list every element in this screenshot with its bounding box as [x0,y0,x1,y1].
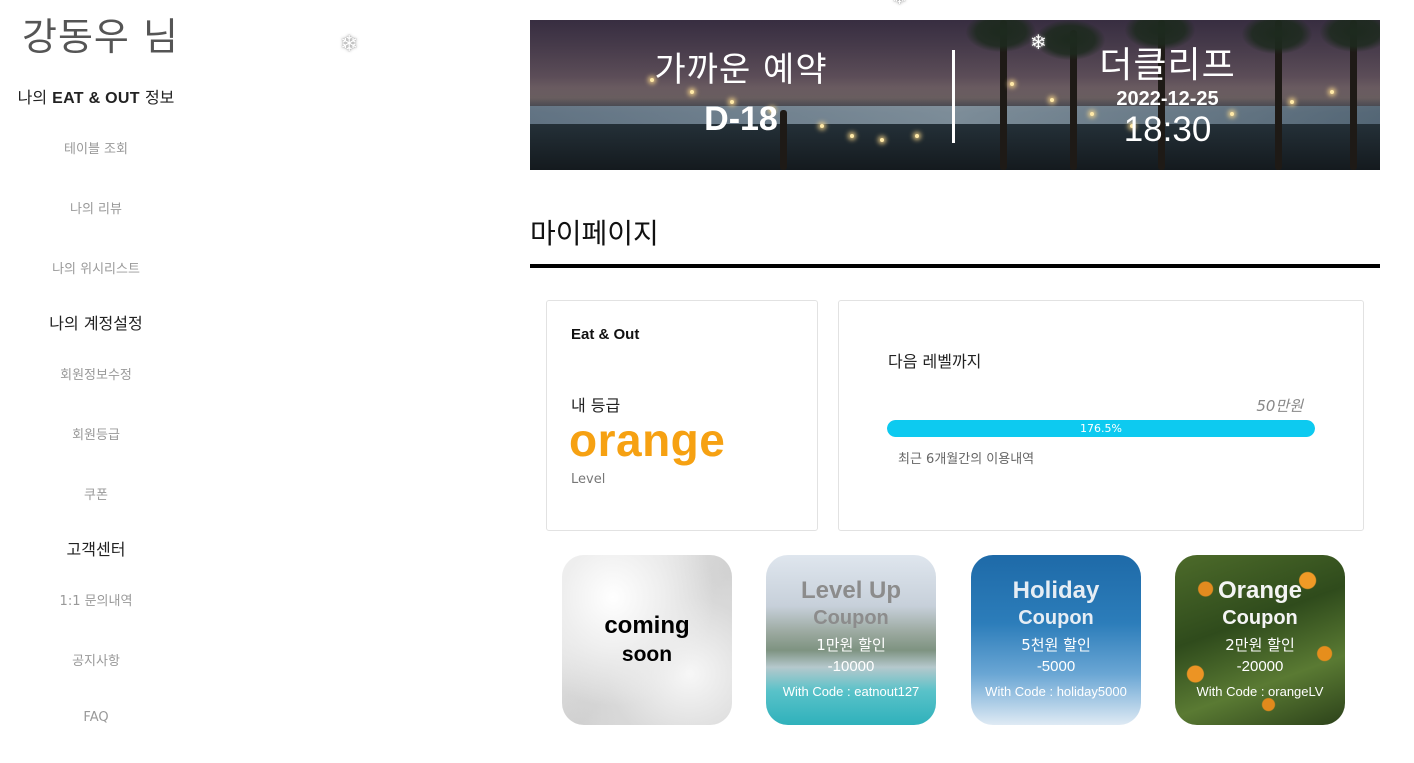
coupon-amount: -10000 [827,658,875,675]
snowflake-icon: ❄ [340,32,359,57]
sidebar-link-wishlist[interactable]: 나의 위시리스트 [0,258,192,277]
coupon-code: With Code : holiday5000 [985,684,1127,699]
coupon-subtitle: Coupon [813,607,889,629]
next-level-card: 다음 레벨까지 50만원 176.5% 최근 6개월간의 이용내역 [838,300,1364,531]
snowflake-icon: ❄ [892,0,907,9]
coupon-discount: 1만원 할인 [816,636,886,654]
coupon-subtitle: Coupon [1222,607,1298,629]
user-name: 강동우 님 [22,15,179,59]
sidebar-link-inquiries[interactable]: 1:1 문의내역 [0,590,192,609]
restaurant-name: 더클리프 [1099,45,1236,86]
sidebar-link-table-lookup[interactable]: 테이블 조회 [0,138,192,157]
sidebar-link-notices[interactable]: 공지사항 [0,650,192,669]
sidebar-link-my-reviews[interactable]: 나의 리뷰 [0,198,192,217]
coupon-subtitle: soon [621,643,673,666]
reservation-time: 18:30 [1123,110,1212,149]
d-day-counter: D-18 [704,100,778,138]
usage-history-label: 최근 6개월간의 이용내역 [898,452,1035,467]
coupon-amount: -20000 [1236,658,1284,675]
sidebar-link-edit-profile[interactable]: 회원정보수정 [0,364,192,383]
coupon-title: Orange [1217,577,1303,604]
coupon-orange[interactable]: Orange Coupon 2만원 할인 -20000 With Code : … [1175,555,1345,725]
title-divider [530,264,1380,268]
grade-value: orange [569,414,726,466]
sidebar-link-membership-grade[interactable]: 회원등급 [0,424,192,443]
coupon-title: Level Up [800,577,902,604]
section-title-support: 고객센터 [66,540,126,559]
coupon-subtitle: Coupon [1018,607,1094,629]
coupon-level-up[interactable]: Level Up Coupon 1만원 할인 -10000 With Code … [766,555,936,725]
upcoming-reservation: 가까운 예약 D-18 [530,20,952,170]
progress-percent: 176.5% [1080,422,1122,435]
coupon-code: With Code : eatnout127 [782,684,920,699]
coupon-amount: -5000 [1036,658,1076,675]
coupon-title: coming [604,612,690,639]
grade-card: Eat & Out 내 등급 orange Level [546,300,818,531]
section-title-my-info: 나의 EAT & OUT 정보 [17,88,175,107]
reservation-banner[interactable]: 가까운 예약 D-18 ❄ 더클리프 2022-12-25 18:30 [530,20,1380,170]
coupon-holiday[interactable]: Holiday Coupon 5천원 할인 -5000 With Code : … [971,555,1141,725]
reservation-date: 2022-12-25 [1116,88,1219,110]
upcoming-label: 가까운 예약 [654,50,828,90]
brand-label: Eat & Out [571,326,640,343]
coupon-discount: 2만원 할인 [1225,636,1295,654]
sidebar-link-faq[interactable]: FAQ [0,710,192,725]
progress-bar: 176.5% [887,420,1315,437]
coupon-coming-soon[interactable]: coming soon [562,555,732,725]
coupon-discount: 5천원 할인 [1021,636,1091,654]
next-level-target: 50만원 [1256,397,1303,415]
coupon-code: With Code : orangeLV [1196,684,1324,699]
reservation-details: 더클리프 2022-12-25 18:30 [955,20,1380,170]
coupon-title: Holiday [1012,577,1100,604]
page-title: 마이페이지 [530,217,659,250]
section-title-account: 나의 계정설정 [49,314,143,333]
level-caption: Level [571,472,606,487]
sidebar-link-coupons[interactable]: 쿠폰 [0,484,192,503]
next-level-label: 다음 레벨까지 [888,352,982,371]
